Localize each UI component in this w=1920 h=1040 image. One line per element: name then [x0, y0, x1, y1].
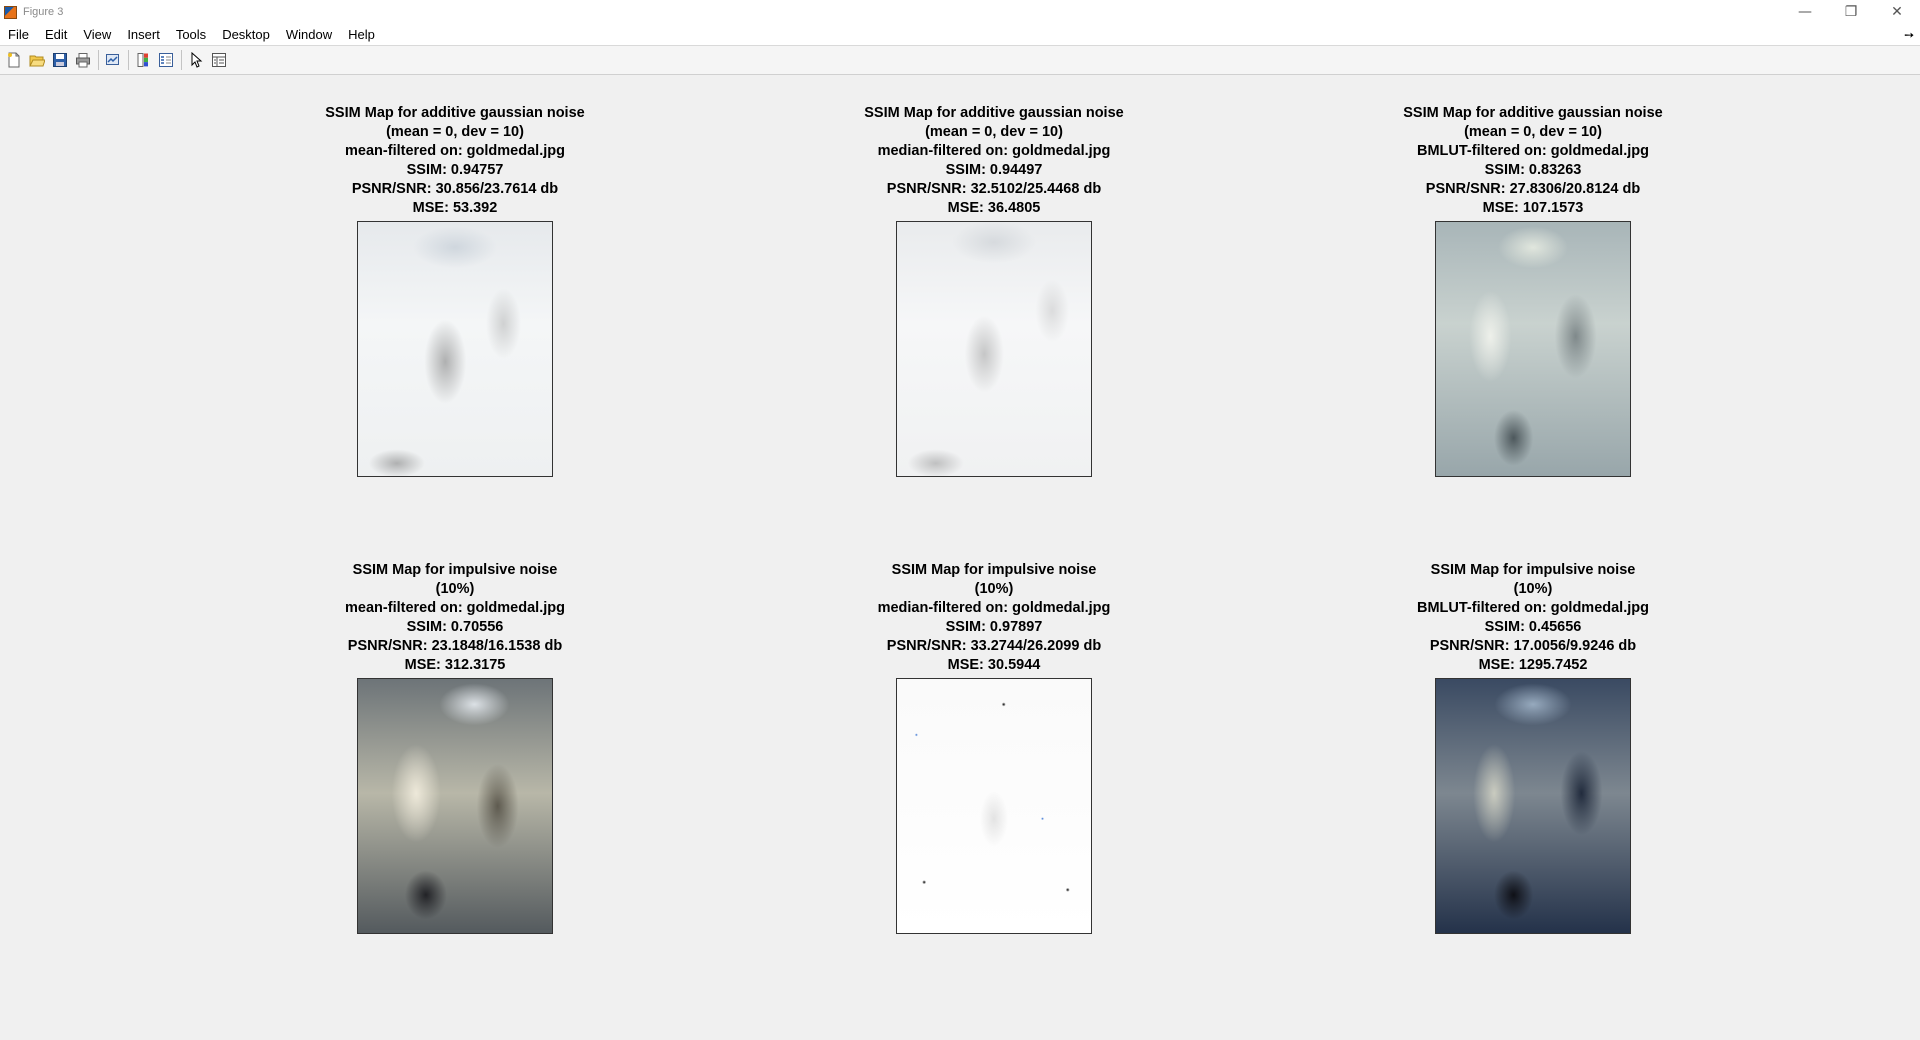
legend-icon[interactable]	[155, 49, 177, 71]
title-line: MSE: 312.3175	[404, 657, 506, 673]
link-plot-icon[interactable]	[102, 49, 124, 71]
title-line: SSIM Map for additive gaussian noise	[1403, 105, 1663, 121]
ssim-map-image[interactable]	[896, 221, 1092, 477]
title-line: SSIM Map for impulsive noise	[1430, 562, 1636, 578]
title-line: (10%)	[1513, 581, 1553, 597]
title-line: mean-filtered on: goldmedal.jpg	[345, 600, 565, 616]
menu-edit[interactable]: Edit	[37, 24, 75, 46]
title-line: PSNR/SNR: 23.1848/16.1538 db	[347, 638, 563, 654]
title-line: SSIM Map for additive gaussian noise	[864, 105, 1124, 121]
title-line: PSNR/SNR: 33.2744/26.2099 db	[886, 638, 1102, 654]
title-line: SSIM: 0.94757	[406, 162, 504, 178]
title-line: PSNR/SNR: 30.856/23.7614 db	[351, 181, 559, 197]
title-line: median-filtered on: goldmedal.jpg	[877, 600, 1111, 616]
title-line: SSIM: 0.83263	[1484, 162, 1582, 178]
title-line: MSE: 1295.7452	[1478, 657, 1588, 673]
title-line: (mean = 0, dev = 10)	[386, 124, 524, 140]
title-line: SSIM Map for impulsive noise	[352, 562, 558, 578]
toolbar-separator	[98, 50, 99, 70]
ssim-map-image[interactable]	[896, 678, 1092, 934]
title-line: MSE: 30.5944	[947, 657, 1041, 673]
subplot-title: SSIM Map for additive gaussian noise (me…	[237, 104, 673, 218]
title-line: PSNR/SNR: 32.5102/25.4468 db	[886, 181, 1102, 197]
menu-view[interactable]: View	[75, 24, 119, 46]
subplot-title: SSIM Map for impulsive noise (10%) media…	[776, 561, 1212, 675]
ssim-map-image[interactable]	[1435, 678, 1631, 934]
subplot-title: SSIM Map for additive gaussian noise (me…	[1315, 104, 1751, 218]
title-line: MSE: 107.1573	[1482, 200, 1584, 216]
title-line: SSIM: 0.45656	[1484, 619, 1582, 635]
save-icon[interactable]	[49, 49, 71, 71]
ssim-map-image[interactable]	[1435, 221, 1631, 477]
title-line: BMLUT-filtered on: goldmedal.jpg	[1417, 600, 1649, 616]
title-line: MSE: 36.4805	[947, 200, 1041, 216]
menu-help[interactable]: Help	[340, 24, 383, 46]
title-line: (mean = 0, dev = 10)	[1464, 124, 1602, 140]
dock-figure-icon[interactable]: ➘	[1900, 26, 1917, 43]
edit-plot-arrow-icon[interactable]	[185, 49, 207, 71]
title-line: MSE: 53.392	[412, 200, 498, 216]
ssim-map-image[interactable]	[357, 221, 553, 477]
colorbar-icon[interactable]	[132, 49, 154, 71]
ssim-map-image[interactable]	[357, 678, 553, 934]
menu-desktop[interactable]: Desktop	[214, 24, 278, 46]
menu-insert[interactable]: Insert	[119, 24, 168, 46]
title-line: (10%)	[974, 581, 1014, 597]
window-controls: — ❐ ✕	[1782, 0, 1920, 24]
close-button[interactable]: ✕	[1874, 0, 1920, 24]
menu-bar: File Edit View Insert Tools Desktop Wind…	[0, 24, 1920, 46]
menu-file[interactable]: File	[0, 24, 37, 46]
title-line: SSIM: 0.70556	[406, 619, 504, 635]
subplot-title: SSIM Map for impulsive noise (10%) mean-…	[237, 561, 673, 675]
toolbar-separator	[128, 50, 129, 70]
title-line: (10%)	[435, 581, 475, 597]
subplot-title: SSIM Map for impulsive noise (10%) BMLUT…	[1315, 561, 1751, 675]
title-line: SSIM: 0.97897	[945, 619, 1043, 635]
menu-tools[interactable]: Tools	[168, 24, 214, 46]
minimize-button[interactable]: —	[1782, 0, 1828, 24]
title-line: SSIM Map for additive gaussian noise	[325, 105, 585, 121]
title-line: SSIM Map for impulsive noise	[891, 562, 1097, 578]
title-line: median-filtered on: goldmedal.jpg	[877, 143, 1111, 159]
title-line: mean-filtered on: goldmedal.jpg	[345, 143, 565, 159]
toolbar-separator	[181, 50, 182, 70]
new-figure-icon[interactable]	[3, 49, 25, 71]
matlab-icon	[4, 5, 17, 19]
window-title: Figure 3	[23, 6, 64, 18]
property-inspector-icon[interactable]	[208, 49, 230, 71]
title-line: (mean = 0, dev = 10)	[925, 124, 1063, 140]
title-line: BMLUT-filtered on: goldmedal.jpg	[1417, 143, 1649, 159]
restore-button[interactable]: ❐	[1828, 0, 1874, 24]
figure-toolbar	[0, 46, 1920, 75]
open-file-icon[interactable]	[26, 49, 48, 71]
window-titlebar: Figure 3 — ❐ ✕	[0, 0, 1920, 24]
subplot-title: SSIM Map for additive gaussian noise (me…	[776, 104, 1212, 218]
print-icon[interactable]	[72, 49, 94, 71]
title-line: PSNR/SNR: 27.8306/20.8124 db	[1425, 181, 1641, 197]
title-line: SSIM: 0.94497	[945, 162, 1043, 178]
menu-window[interactable]: Window	[278, 24, 340, 46]
title-line: PSNR/SNR: 17.0056/9.9246 db	[1429, 638, 1637, 654]
